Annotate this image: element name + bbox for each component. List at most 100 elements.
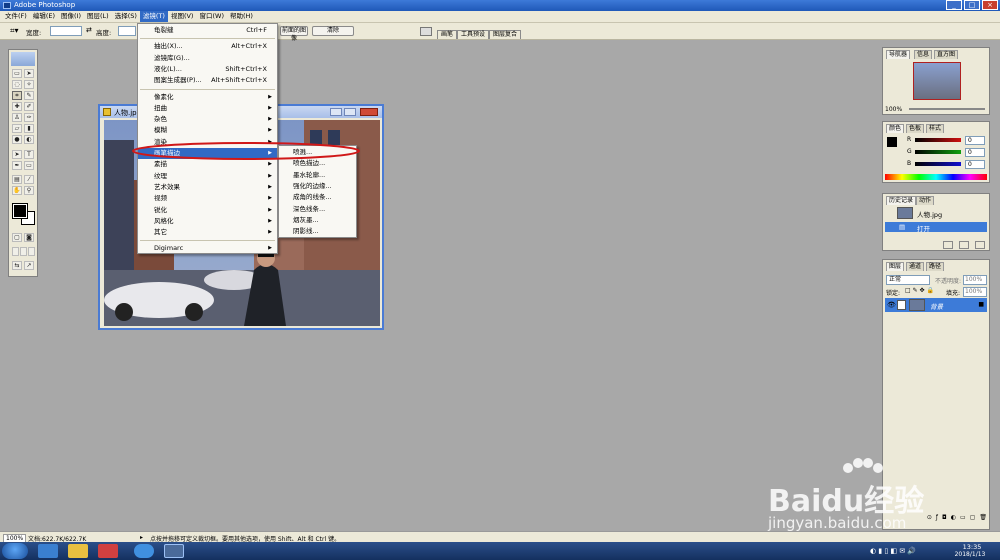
photoshop-taskbar-icon[interactable] — [164, 544, 184, 558]
magic-wand-tool-icon[interactable]: ✧ — [24, 80, 34, 89]
media-player-taskbar-icon[interactable] — [98, 544, 118, 558]
screen-mode-menubar-icon[interactable] — [20, 247, 27, 256]
quick-mask-mode-icon[interactable]: ◙ — [24, 233, 34, 242]
shape-tool-icon[interactable]: ▭ — [24, 161, 34, 170]
filter-menu-item[interactable]: 抽出(X)... Alt+Ctrl+X — [138, 41, 277, 52]
minimize-button[interactable]: _ — [946, 0, 962, 10]
tab-navigator[interactable]: 导航器 — [886, 50, 911, 59]
sogou-taskbar-icon[interactable] — [134, 544, 154, 558]
screen-mode-standard-icon[interactable] — [12, 247, 19, 256]
tab-swatches[interactable]: 色板 — [906, 124, 925, 133]
channel-value-input[interactable]: 0 — [965, 160, 985, 169]
dodge-tool-icon[interactable]: ◐ — [24, 135, 34, 144]
crop-tool-icon[interactable]: ⌗▾ — [10, 26, 19, 36]
filter-menu-item[interactable]: 艺术效果 ▶ — [138, 182, 277, 193]
menu-item[interactable]: 滤镜(T) — [139, 11, 168, 22]
channel-slider[interactable] — [915, 150, 961, 154]
filter-menu-item[interactable]: 风格化 ▶ — [138, 216, 277, 227]
screen-mode-full-icon[interactable] — [28, 247, 35, 256]
gradient-tool-icon[interactable]: ▮ — [24, 124, 34, 133]
tab-channels[interactable]: 通道 — [906, 262, 925, 271]
tab-color[interactable]: 颜色 — [886, 124, 905, 133]
filter-menu-item[interactable]: 扭曲 ▶ — [138, 103, 277, 114]
opacity-input[interactable]: 100% — [963, 275, 987, 285]
tab-info[interactable]: 信息 — [914, 50, 933, 59]
doc-close-button[interactable] — [360, 108, 378, 116]
blend-mode-select[interactable]: 正常 — [886, 275, 930, 285]
type-tool-icon[interactable]: T — [24, 150, 34, 159]
menu-item[interactable]: 图像(I) — [58, 11, 84, 22]
color-foreground-swatch[interactable] — [887, 137, 897, 147]
tab-paths[interactable]: 路径 — [926, 262, 945, 271]
new-snapshot-icon[interactable] — [959, 241, 969, 249]
start-button[interactable] — [2, 543, 28, 559]
standard-mode-icon[interactable]: ▢ — [12, 233, 22, 242]
delete-state-icon[interactable] — [975, 241, 985, 249]
front-image-button[interactable]: 前面的图像 — [280, 26, 308, 42]
palette-well-tab-tool-presets[interactable]: 工具预设 — [457, 30, 490, 39]
notes-tool-icon[interactable]: ▤ — [12, 175, 22, 184]
tab-styles[interactable]: 样式 — [926, 124, 945, 133]
channel-value-input[interactable]: 0 — [965, 136, 985, 145]
eraser-tool-icon[interactable]: ▱ — [12, 124, 22, 133]
palette-well-tab-brushes[interactable]: 画笔 — [437, 30, 458, 39]
navigator-zoom-slider[interactable] — [909, 108, 985, 110]
filter-menu-item[interactable]: 滤镜库(G)... — [138, 53, 277, 64]
channel-slider[interactable] — [915, 138, 961, 142]
eyedropper-tool-icon[interactable]: ⁄ — [24, 175, 34, 184]
menu-item[interactable]: 图层(L) — [84, 11, 112, 22]
layer-row[interactable]: 👁 背景 ■ — [885, 298, 987, 312]
lasso-tool-icon[interactable]: ◌ — [12, 80, 22, 89]
hand-tool-icon[interactable]: ✋ — [12, 186, 22, 195]
healing-brush-tool-icon[interactable]: ✚ — [12, 102, 22, 111]
filter-menu-item[interactable]: Digimarc ▶ — [138, 243, 277, 254]
doc-maximize-button[interactable] — [344, 108, 356, 116]
filter-menu-item[interactable]: 龟裂缝 Ctrl+F — [138, 25, 277, 36]
doc-minimize-button[interactable] — [330, 108, 342, 116]
filter-menu-item[interactable]: 视频 ▶ — [138, 193, 277, 204]
filter-menu-item[interactable]: 模糊 ▶ — [138, 125, 277, 136]
taskbar-date[interactable]: 2018/1/13 — [946, 551, 994, 558]
zoom-tool-icon[interactable]: ⚲ — [24, 186, 34, 195]
history-snapshot-row[interactable]: 人物.jpg — [885, 206, 987, 220]
clear-button[interactable]: 清除 — [312, 26, 354, 36]
blur-tool-icon[interactable]: ● — [12, 135, 22, 144]
adobe-online-icon[interactable] — [11, 52, 35, 66]
history-brush-tool-icon[interactable]: ✑ — [24, 113, 34, 122]
brush-stroke-filter-item[interactable]: 深色线条... — [279, 204, 356, 215]
tab-layers[interactable]: 图层 — [886, 262, 905, 271]
taskbar-time[interactable]: 13:35 — [952, 543, 992, 551]
filter-menu-item[interactable]: 液化(L)... Shift+Ctrl+X — [138, 64, 277, 75]
channel-slider[interactable] — [915, 162, 961, 166]
palette-well-tab-layer-comps[interactable]: 图层复合 — [489, 30, 522, 39]
menu-item[interactable]: 选择(S) — [112, 11, 140, 22]
pen-tool-icon[interactable]: ✒ — [12, 161, 22, 170]
filter-menu-item[interactable]: 杂色 ▶ — [138, 114, 277, 125]
marquee-tool-icon[interactable]: ▭ — [12, 69, 22, 78]
color-spectrum-bar[interactable] — [885, 174, 987, 180]
menu-item[interactable]: 窗口(W) — [196, 11, 227, 22]
navigator-zoom[interactable]: 100% — [885, 106, 902, 113]
menu-item[interactable]: 文件(F) — [2, 11, 30, 22]
move-tool-icon[interactable]: ➤ — [24, 69, 34, 78]
filter-menu-item[interactable]: 纹理 ▶ — [138, 171, 277, 182]
filter-menu-item[interactable]: 锐化 ▶ — [138, 205, 277, 216]
imageready-icon[interactable]: ⇆ — [12, 261, 22, 270]
navigator-thumbnail[interactable] — [913, 62, 961, 100]
brush-stroke-filter-item[interactable]: 烟灰墨... — [279, 215, 356, 226]
clone-stamp-tool-icon[interactable]: ♙ — [12, 113, 22, 122]
filter-menu-item[interactable]: 其它 ▶ — [138, 227, 277, 238]
status-arrow-icon[interactable]: ▸ — [140, 534, 143, 541]
brush-stroke-filter-item[interactable]: 成角的线条... — [279, 192, 356, 203]
history-step-row[interactable]: ▤ 打开 — [885, 222, 987, 233]
tab-history[interactable]: 历史记录 — [886, 196, 917, 205]
file-browser-icon[interactable] — [420, 27, 432, 36]
width-input[interactable] — [50, 26, 82, 36]
tab-actions[interactable]: 动作 — [916, 196, 935, 205]
maximize-button[interactable]: □ — [964, 0, 980, 10]
menu-item[interactable]: 编辑(E) — [30, 11, 58, 22]
filter-menu-item[interactable]: 像素化 ▶ — [138, 92, 277, 103]
lock-icons[interactable]: □ ✎ ✥ 🔒 — [905, 287, 934, 294]
brush-stroke-filter-item[interactable]: 墨水轮廓... — [279, 170, 356, 181]
brush-stroke-filter-item[interactable]: 强化的边缘... — [279, 181, 356, 192]
